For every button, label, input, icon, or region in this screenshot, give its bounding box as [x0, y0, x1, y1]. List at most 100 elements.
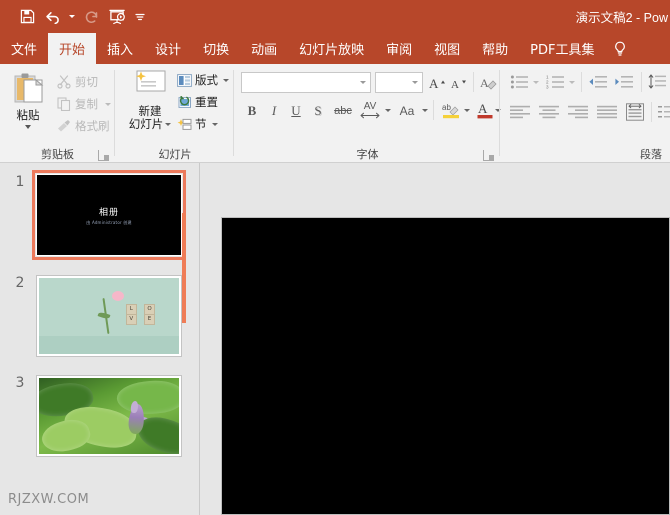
change-case-button[interactable]: Aa: [395, 101, 419, 121]
paste-dropdown-icon[interactable]: [25, 125, 31, 129]
slide-thumbnail-image-2[interactable]: L O V E: [36, 275, 182, 357]
paste-icon: [12, 72, 44, 106]
reset-button[interactable]: 重置: [176, 94, 218, 110]
slides-group-label: 幻灯片: [116, 146, 234, 162]
slide-thumbnail-image-3[interactable]: [36, 375, 182, 457]
thumbnail-slide-3[interactable]: 3: [0, 375, 190, 465]
presentation-icon[interactable]: [104, 4, 130, 30]
clipboard-dialog-launcher[interactable]: [98, 150, 109, 161]
copy-icon: [56, 97, 71, 112]
numbering-dropdown-icon[interactable]: [568, 76, 576, 88]
tab-view[interactable]: 视图: [423, 33, 471, 64]
shrink-font-button[interactable]: A: [449, 72, 469, 93]
distribute-columns-button[interactable]: [623, 101, 647, 123]
section-label: 节: [195, 116, 207, 132]
decrease-indent-button[interactable]: [587, 72, 609, 92]
paste-button[interactable]: 粘贴: [6, 70, 50, 140]
slide-1-title: 相册: [37, 205, 181, 218]
increase-indent-button[interactable]: [613, 72, 635, 92]
justify-button[interactable]: [594, 102, 620, 122]
thumbnail-slide-1[interactable]: 1 相册 由 Administrator 创建: [0, 174, 190, 264]
slide-editor-area[interactable]: [201, 163, 670, 515]
undo-icon[interactable]: [40, 4, 66, 30]
tab-file[interactable]: 文件: [0, 33, 48, 64]
format-painter-label: 格式刷: [75, 118, 110, 134]
bullets-dropdown-icon[interactable]: [532, 76, 540, 88]
flower-center: [112, 291, 124, 301]
undo-dropdown-icon[interactable]: [66, 4, 78, 30]
ribbon-group-slides: 新建 幻灯片 版式: [116, 64, 234, 163]
new-slide-label-line1: 新建: [139, 104, 162, 118]
copy-dropdown-icon: [105, 103, 111, 106]
font-name-dropdown-icon[interactable]: [355, 81, 370, 84]
ribbon: 粘贴 剪切: [0, 64, 670, 163]
current-slide-canvas[interactable]: [221, 217, 670, 515]
copy-button: 复制: [56, 96, 111, 112]
tab-help[interactable]: 帮助: [471, 33, 519, 64]
section-icon: [176, 117, 192, 132]
slide-3-photo: [39, 378, 179, 454]
section-dropdown-icon[interactable]: [212, 123, 218, 126]
paragraph-separator: [581, 72, 582, 92]
tab-review[interactable]: 审阅: [375, 33, 423, 64]
section-button[interactable]: 节: [176, 116, 218, 132]
tab-transitions[interactable]: 切换: [192, 33, 240, 64]
customize-quick-access-icon[interactable]: [130, 4, 150, 30]
new-slide-button[interactable]: 新建 幻灯片: [124, 69, 176, 141]
font-size-dropdown-icon[interactable]: [407, 81, 422, 84]
layout-label: 版式: [195, 72, 218, 88]
thumbnail-slide-2[interactable]: 2 L O V E: [0, 275, 190, 365]
text-highlight-dropdown-icon[interactable]: [463, 103, 471, 117]
paragraph-separator-2: [641, 72, 642, 92]
group-separator: [114, 70, 115, 156]
copy-label: 复制: [75, 96, 98, 112]
slide-1-subtitle: 由 Administrator 创建: [37, 220, 181, 226]
new-slide-dropdown-icon[interactable]: [165, 123, 171, 126]
slide-thumbnail-image-1[interactable]: 相册 由 Administrator 创建: [36, 174, 182, 256]
character-spacing-dropdown-icon[interactable]: [384, 103, 392, 117]
ribbon-tabs: 文件 开始 插入 设计 切换 动画 幻灯片放映 审阅 视图 帮助 PDF工具集: [0, 33, 670, 64]
tab-slideshow[interactable]: 幻灯片放映: [288, 33, 375, 64]
save-icon[interactable]: [14, 4, 40, 30]
character-spacing-button[interactable]: AV: [357, 99, 383, 121]
tab-home[interactable]: 开始: [48, 33, 96, 64]
underline-button[interactable]: U: [287, 101, 305, 121]
ribbon-group-clipboard: 粘贴 剪切: [0, 64, 115, 163]
font-size-combo[interactable]: [375, 72, 423, 93]
thumbnail-scrollbar[interactable]: [182, 213, 186, 323]
text-highlight-button[interactable]: ab: [440, 99, 462, 121]
layout-dropdown-icon[interactable]: [223, 79, 229, 82]
line-spacing-button[interactable]: [647, 72, 669, 92]
grow-font-button[interactable]: A: [427, 72, 447, 93]
svg-text:A: A: [429, 76, 439, 91]
font-dialog-launcher[interactable]: [483, 150, 494, 161]
tab-insert[interactable]: 插入: [96, 33, 144, 64]
tab-design[interactable]: 设计: [144, 33, 192, 64]
bullets-button[interactable]: [509, 72, 531, 92]
align-right-button[interactable]: [565, 102, 591, 122]
text-direction-button[interactable]: [656, 102, 670, 122]
align-left-button[interactable]: [507, 102, 533, 122]
change-case-dropdown-icon[interactable]: [421, 103, 429, 117]
tab-animations[interactable]: 动画: [240, 33, 288, 64]
svg-text:A: A: [478, 101, 488, 116]
letter-tile-v: V: [126, 314, 137, 325]
slide-2-band: [39, 336, 179, 354]
letter-tile-e: E: [144, 314, 155, 325]
align-center-button[interactable]: [536, 102, 562, 122]
window-title: 演示文稿2 - Pow: [370, 0, 670, 33]
strikethrough-button[interactable]: abc: [331, 101, 355, 121]
font-name-combo[interactable]: [241, 72, 371, 93]
watermark: RJZXW.COM: [8, 492, 89, 507]
text-shadow-button[interactable]: S: [309, 101, 327, 121]
tab-pdf-tools[interactable]: PDF工具集: [519, 33, 605, 64]
font-color-button[interactable]: A: [475, 99, 495, 121]
slide-thumbnail-pane[interactable]: 1 相册 由 Administrator 创建 2 L O: [0, 163, 200, 515]
slide-number-2: 2: [10, 275, 30, 291]
numbering-button[interactable]: 1 2 3: [545, 72, 567, 92]
bold-button[interactable]: B: [243, 101, 261, 121]
layout-button[interactable]: 版式: [176, 72, 229, 88]
clear-formatting-button[interactable]: A: [478, 72, 498, 93]
italic-button[interactable]: I: [265, 101, 283, 121]
tell-me-lightbulb-icon[interactable]: [605, 33, 635, 64]
